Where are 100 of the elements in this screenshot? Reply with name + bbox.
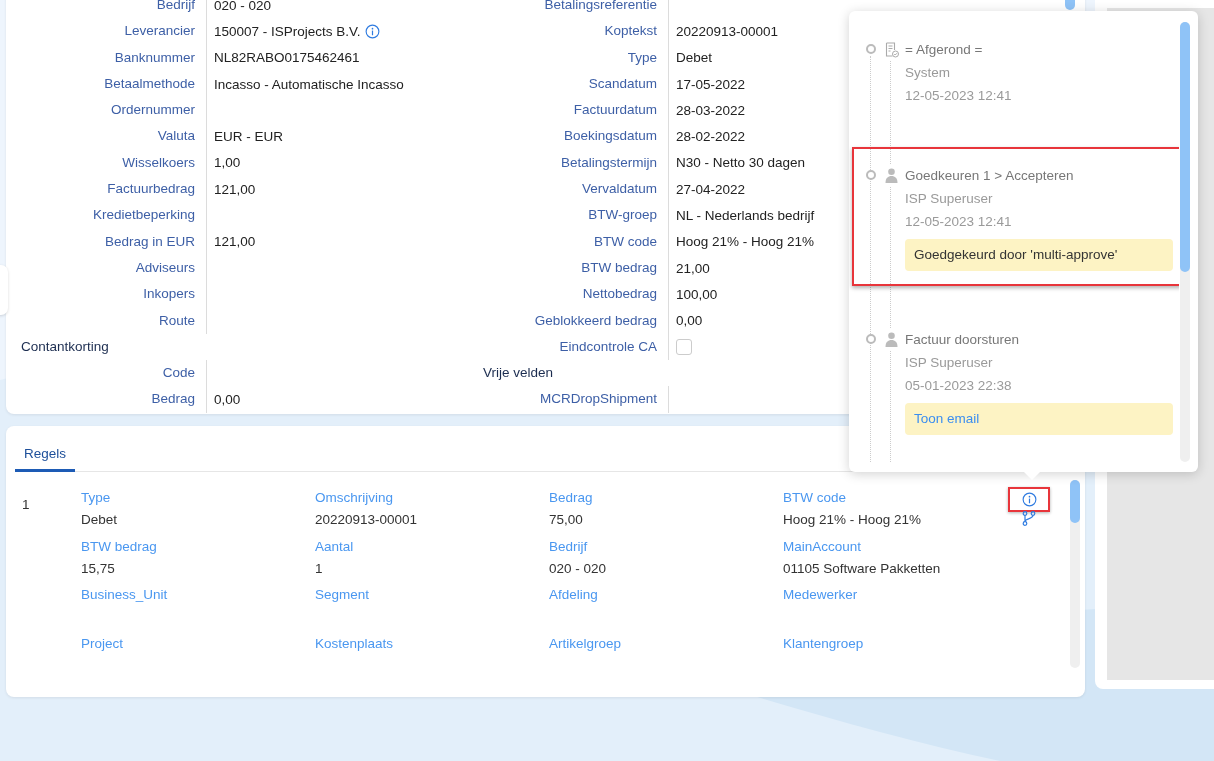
field-value: 121,00 <box>214 233 256 252</box>
field-value: 0,00 <box>676 312 703 331</box>
field-value: 17-05-2022 <box>676 75 746 94</box>
timeline-dot <box>866 170 876 180</box>
user-icon <box>885 332 898 347</box>
history-date: 12-05-2023 12:41 <box>905 87 1013 105</box>
timeline-dot <box>866 334 876 344</box>
field-value: N30 - Netto 30 dagen <box>676 154 806 173</box>
field-label: BTW code <box>592 232 658 251</box>
field-label: Valuta <box>156 127 196 146</box>
history-date: 05-01-2023 22:38 <box>905 377 1013 395</box>
field-label: Ordernummer <box>109 101 196 120</box>
field-label: Bedrijf <box>155 0 196 14</box>
field-value: 020 - 020 <box>549 559 607 578</box>
field-label: Nettobedrag <box>581 285 658 304</box>
field-value: 27-04-2022 <box>676 180 746 199</box>
field-label: Medewerker <box>783 586 858 604</box>
field-label: Vervaldatum <box>580 180 658 199</box>
field-label: Kredietbeperking <box>91 206 196 225</box>
history-user: ISP Superuser <box>905 190 994 208</box>
field-value: 150007 - ISProjects B.V. <box>214 22 361 41</box>
info-button[interactable] <box>1008 487 1050 512</box>
field-value: 01105 Software Pakketten <box>783 559 941 578</box>
info-icon[interactable] <box>364 23 380 39</box>
field-value: Debet <box>676 49 713 68</box>
history-user: ISP Superuser <box>905 354 994 372</box>
field-value: 20220913-00001 <box>676 22 779 41</box>
field-label: MainAccount <box>783 537 862 556</box>
field-label: Klantengroep <box>783 634 864 653</box>
info-icon[interactable] <box>1021 492 1037 507</box>
field-value: 0,00 <box>214 391 241 410</box>
field-label: Type <box>81 489 111 507</box>
field-label: Artikelgroep <box>549 634 622 653</box>
field-value: Hoog 21% - Hoog 21% <box>783 511 922 529</box>
field-label: Adviseurs <box>134 258 196 277</box>
history-user: System <box>905 64 951 82</box>
field-label: Bedrijf <box>549 537 588 556</box>
field-label: Betalingsreferentie <box>543 0 658 14</box>
note-text: Goedgekeurd door 'multi-approve' <box>914 247 1118 262</box>
field-value: 1,00 <box>214 154 241 173</box>
field-label: Kostenplaats <box>315 634 394 653</box>
checkbox[interactable] <box>676 339 692 355</box>
field-label: Bedrag in EUR <box>103 232 196 251</box>
field-label: Segment <box>315 586 370 604</box>
field-value: Incasso - Automatische Incasso <box>214 75 404 94</box>
field-label: Banknummer <box>113 48 196 67</box>
field-value: 020 - 020 <box>214 0 272 15</box>
field-label: Geblokkeerd bedrag <box>533 311 658 330</box>
field-label: Eindcontrole CA <box>558 337 658 356</box>
history-date: 12-05-2023 12:41 <box>905 213 1013 231</box>
field-label: Bedrag <box>549 489 593 507</box>
field-value: 75,00 <box>549 511 583 529</box>
user-icon <box>885 168 898 183</box>
field-label: Scandatum <box>587 74 658 93</box>
field-label: BTW code <box>783 489 847 507</box>
field-label: Betaalmethode <box>103 74 196 93</box>
scrollbar[interactable] <box>1180 22 1190 462</box>
field-value: Hoog 21% - Hoog 21% <box>676 233 815 252</box>
field-label: Leverancier <box>123 22 196 41</box>
field-label: Project <box>81 634 124 653</box>
field-label: Wisselkoers <box>121 153 196 172</box>
field-label: Afdeling <box>549 586 598 604</box>
field-label: Factuurdatum <box>572 101 658 120</box>
field-label: Code <box>161 364 196 383</box>
field-value: 1 <box>315 559 323 578</box>
field-label: BTW bedrag <box>580 258 658 277</box>
document-icon <box>885 42 899 58</box>
field-value: Debet <box>81 511 118 529</box>
field-label: Bedrag <box>150 390 196 409</box>
timeline-dot <box>866 44 876 54</box>
field-value: 28-02-2022 <box>676 128 746 147</box>
field-value: 21,00 <box>676 259 710 278</box>
field-label: Aantal <box>315 537 354 556</box>
branch-icon[interactable] <box>1022 511 1036 526</box>
field-label: BTW-groep <box>587 206 658 225</box>
field-value: 20220913-00001 <box>315 511 418 529</box>
field-label: Factuurbedrag <box>106 180 196 199</box>
tab[interactable]: Regels <box>15 442 76 472</box>
field-label: Route <box>157 311 196 330</box>
field-label: Type <box>626 48 658 67</box>
field-value: EUR - EUR <box>214 128 283 147</box>
scrollbar[interactable] <box>1070 480 1080 668</box>
history-title: = Afgerond = <box>905 41 984 59</box>
field-label: Koptekst <box>603 22 658 41</box>
section-title: Vrije velden <box>482 364 554 383</box>
field-value: NL82RABO0175462461 <box>214 49 360 68</box>
field-label: Boekingsdatum <box>562 127 658 146</box>
section-title: Contantkorting <box>20 337 109 356</box>
field-label: Omschrijving <box>315 489 393 507</box>
field-label: MCRDropShipment <box>538 390 658 409</box>
line-number: 1 <box>22 496 31 514</box>
field-value: 100,00 <box>676 285 718 304</box>
field-label: BTW bedrag <box>81 537 157 556</box>
field-label: Business_Unit <box>81 586 168 604</box>
field-label: Inkopers <box>142 285 196 304</box>
field-value: 28-03-2022 <box>676 101 746 120</box>
field-value: NL - Nederlands bedrijf <box>676 207 815 226</box>
field-label: Betalingstermijn <box>559 153 658 172</box>
field-value: 121,00 <box>214 180 256 199</box>
history-title: Goedkeuren 1 > Accepteren <box>905 167 1075 185</box>
